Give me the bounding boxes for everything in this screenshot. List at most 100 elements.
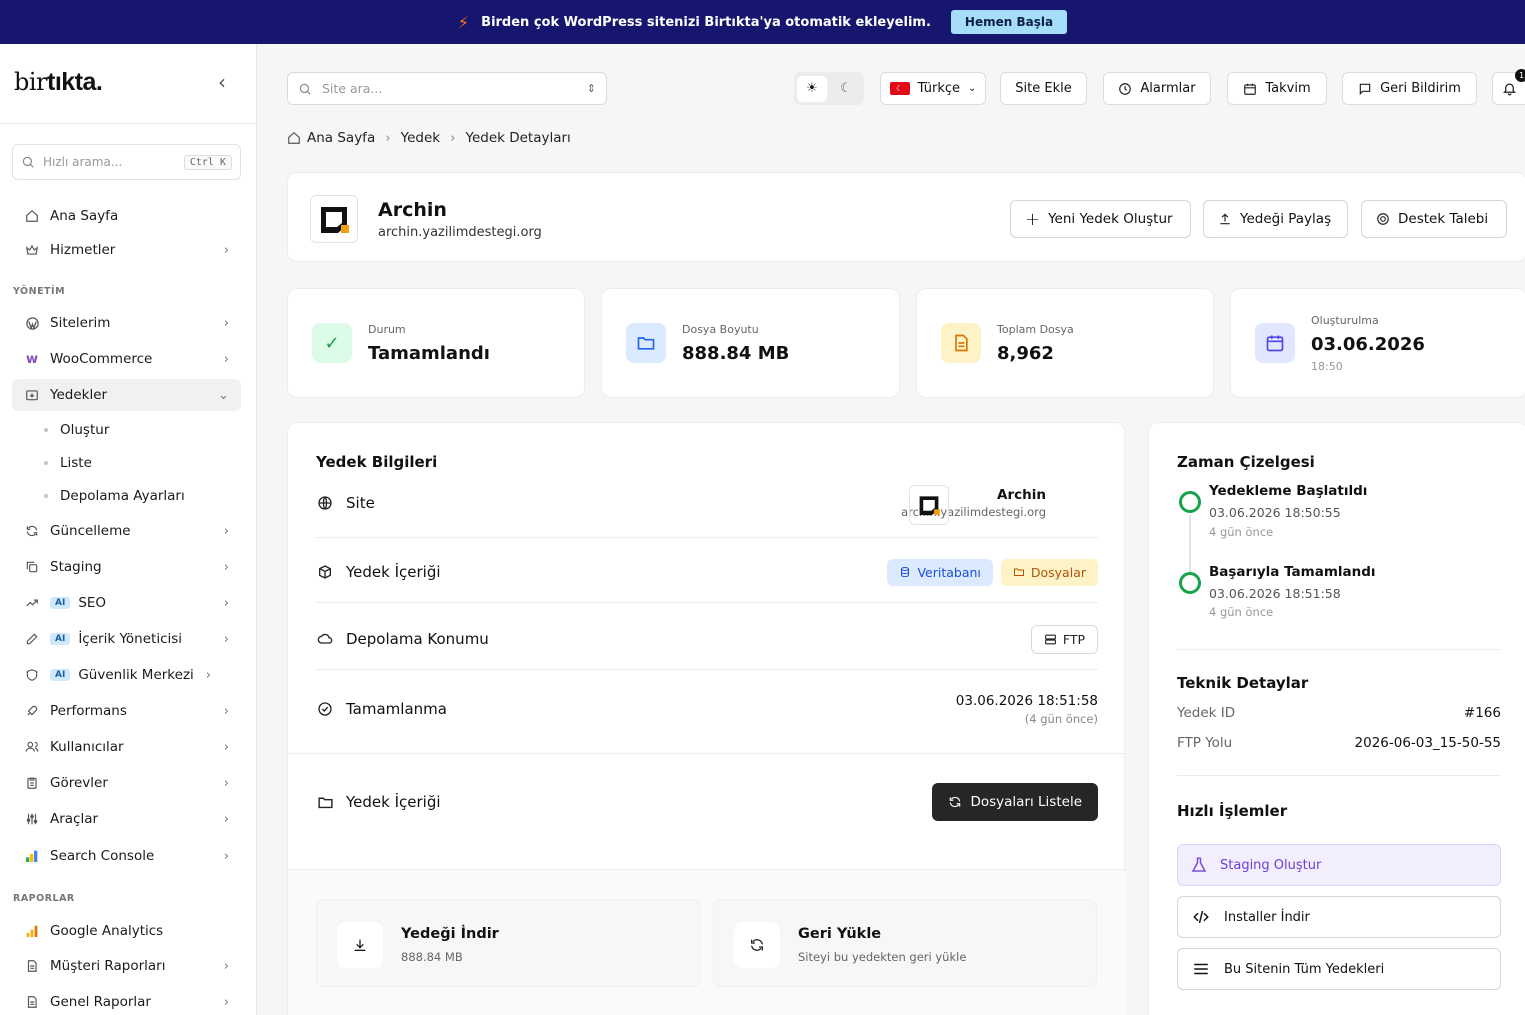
ai-badge: AI <box>50 669 71 681</box>
restore-backup-card[interactable]: Geri Yükle Siteyi bu yedekten geri yükle <box>713 899 1097 987</box>
chevron-right-icon: › <box>385 130 391 146</box>
timeline-dot <box>1179 491 1201 513</box>
ai-badge: AI <box>50 633 71 645</box>
language-select[interactable]: ☾ Türkçe ⌄ <box>880 72 986 105</box>
breadcrumb-home[interactable]: Ana Sayfa <box>307 130 375 146</box>
info-row-site: Site Archin archin.yazilimdestegi.org <box>316 485 1098 525</box>
sidebar-subitem-storage-settings[interactable]: Depolama Ayarları <box>44 488 185 504</box>
stat-card-status: ✓ Durum Tamamlandı <box>287 288 585 398</box>
sidebar-item-search-console[interactable]: Search Console › <box>12 840 241 872</box>
theme-toggle[interactable]: ☀ ☾ <box>794 72 864 105</box>
section-label-management: YÖNETİM <box>13 286 66 297</box>
breadcrumb-backup[interactable]: Yedek <box>401 130 440 146</box>
crown-icon <box>24 242 40 258</box>
site-url: archin.yazilimdestegi.org <box>378 225 542 240</box>
download-installer-button[interactable]: Installer İndir <box>1177 896 1501 938</box>
kv-backup-id: Yedek ID #166 <box>1177 705 1501 721</box>
document-icon <box>24 994 40 1010</box>
ai-badge: AI <box>50 597 71 609</box>
search-icon <box>299 83 311 95</box>
woocommerce-icon: w <box>25 351 38 367</box>
sidebar-item-woocommerce[interactable]: w WooCommerce › <box>12 343 241 375</box>
alarms-button[interactable]: Alarmlar <box>1103 72 1211 105</box>
sun-icon[interactable]: ☀ <box>797 75 827 102</box>
timeline-dot <box>1179 572 1201 594</box>
list-files-button[interactable]: Dosyaları Listele <box>932 783 1098 821</box>
sidebar-item-security-center[interactable]: AI Güvenlik Merkezi › <box>12 659 241 691</box>
analytics-icon <box>24 923 40 939</box>
sidebar-item-content-manager[interactable]: AI İçerik Yöneticisi › <box>12 623 241 655</box>
notifications-button[interactable]: 1 <box>1492 69 1525 105</box>
sidebar-item-backups[interactable]: Yedekler ⌄ <box>12 379 241 411</box>
sidebar-item-customer-reports[interactable]: Müşteri Raporları › <box>12 950 241 982</box>
all-backups-button[interactable]: Bu Sitenin Tüm Yedekleri <box>1177 948 1501 990</box>
site-logo-small <box>909 485 949 525</box>
folder-icon <box>316 794 334 811</box>
document-icon <box>24 958 40 974</box>
divider <box>0 123 256 124</box>
moon-icon[interactable]: ☾ <box>831 76 861 102</box>
sidebar-item-sites[interactable]: Sitelerim › <box>12 307 241 339</box>
chevron-right-icon: › <box>223 811 229 827</box>
chevron-right-icon: › <box>223 703 229 719</box>
turkey-flag-icon: ☾ <box>889 82 910 95</box>
timeline-title: Zaman Çizelgesi <box>1177 453 1315 471</box>
shortcut-badge: Ctrl K <box>183 154 232 170</box>
sidebar-item-updates[interactable]: Güncelleme › <box>12 515 241 547</box>
folder-icon <box>1013 568 1024 576</box>
logo[interactable]: birtıkta. <box>14 68 103 97</box>
database-icon <box>901 567 910 578</box>
sidebar-subitem-list[interactable]: Liste <box>44 455 92 471</box>
tag-files: Dosyalar <box>1000 558 1098 586</box>
site-search-input[interactable]: Site ara... ⇕ <box>287 72 607 105</box>
file-icon <box>941 323 981 363</box>
sidebar-item-general-reports[interactable]: Genel Raporlar › <box>12 986 241 1015</box>
feedback-button[interactable]: Geri Bildirim <box>1342 72 1477 105</box>
share-backup-button[interactable]: Yedeği Paylaş <box>1203 200 1348 238</box>
sidebar-item-tasks[interactable]: Görevler › <box>12 767 241 799</box>
refresh-icon <box>734 922 780 968</box>
clipboard-icon <box>24 775 40 791</box>
divider <box>1177 649 1501 650</box>
refresh-icon <box>24 523 40 539</box>
banner-cta-button[interactable]: Hemen Başla <box>950 10 1068 34</box>
sidebar: birtıkta. ‹ Hızlı arama... Ctrl K Ana Sa… <box>0 44 257 1015</box>
chevron-right-icon: › <box>223 315 229 331</box>
chevron-updown-icon: ⇕ <box>586 82 596 95</box>
side-details-card: Zaman Çizelgesi Yedekleme Başlatıldı 03.… <box>1148 422 1525 1015</box>
timeline-line <box>1189 515 1191 575</box>
plus-icon: + <box>1025 208 1041 230</box>
sidebar-item-seo[interactable]: AI SEO › <box>12 587 241 619</box>
sidebar-item-performance[interactable]: Performans › <box>12 695 241 727</box>
code-icon <box>1193 910 1209 924</box>
calendar-icon <box>1255 323 1295 363</box>
stat-card-total-files: Toplam Dosya 8,962 <box>916 288 1214 398</box>
technical-title: Teknik Detaylar <box>1177 674 1309 692</box>
chevron-right-icon: › <box>223 351 229 367</box>
sidebar-item-staging[interactable]: Staging › <box>12 551 241 583</box>
quick-search-input[interactable]: Hızlı arama... Ctrl K <box>12 144 241 180</box>
sidebar-item-users[interactable]: Kullanıcılar › <box>12 731 241 763</box>
calendar-button[interactable]: Takvim <box>1227 72 1327 105</box>
download-icon <box>337 922 383 968</box>
sidebar-subitem-create[interactable]: Oluştur <box>44 422 109 438</box>
sidebar-item-home[interactable]: Ana Sayfa <box>12 200 241 232</box>
chevron-right-icon: › <box>223 739 229 755</box>
create-staging-button[interactable]: Staging Oluştur <box>1177 844 1501 886</box>
new-backup-button[interactable]: + Yeni Yedek Oluştur <box>1010 200 1191 238</box>
folder-icon <box>626 323 666 363</box>
download-backup-card[interactable]: Yedeği İndir 888.84 MB <box>316 899 701 987</box>
collapse-sidebar-icon[interactable]: ‹ <box>218 70 226 94</box>
trending-icon <box>24 595 40 611</box>
stat-card-file-size: Dosya Boyutu 888.84 MB <box>601 288 900 398</box>
add-site-button[interactable]: Site Ekle <box>1000 72 1087 105</box>
divider <box>316 669 1098 670</box>
sidebar-item-services[interactable]: Hizmetler › <box>12 234 241 266</box>
kv-ftp-path: FTP Yolu 2026-06-03_15-50-55 <box>1177 735 1501 751</box>
flask-icon <box>1191 857 1207 872</box>
chevron-right-icon: › <box>223 523 229 539</box>
sidebar-item-tools[interactable]: Araçlar › <box>12 803 241 835</box>
support-ticket-button[interactable]: Destek Talebi <box>1361 200 1507 238</box>
sidebar-item-google-analytics[interactable]: Google Analytics <box>12 915 241 947</box>
info-row-storage: Depolama Konumu FTP <box>316 623 1098 655</box>
